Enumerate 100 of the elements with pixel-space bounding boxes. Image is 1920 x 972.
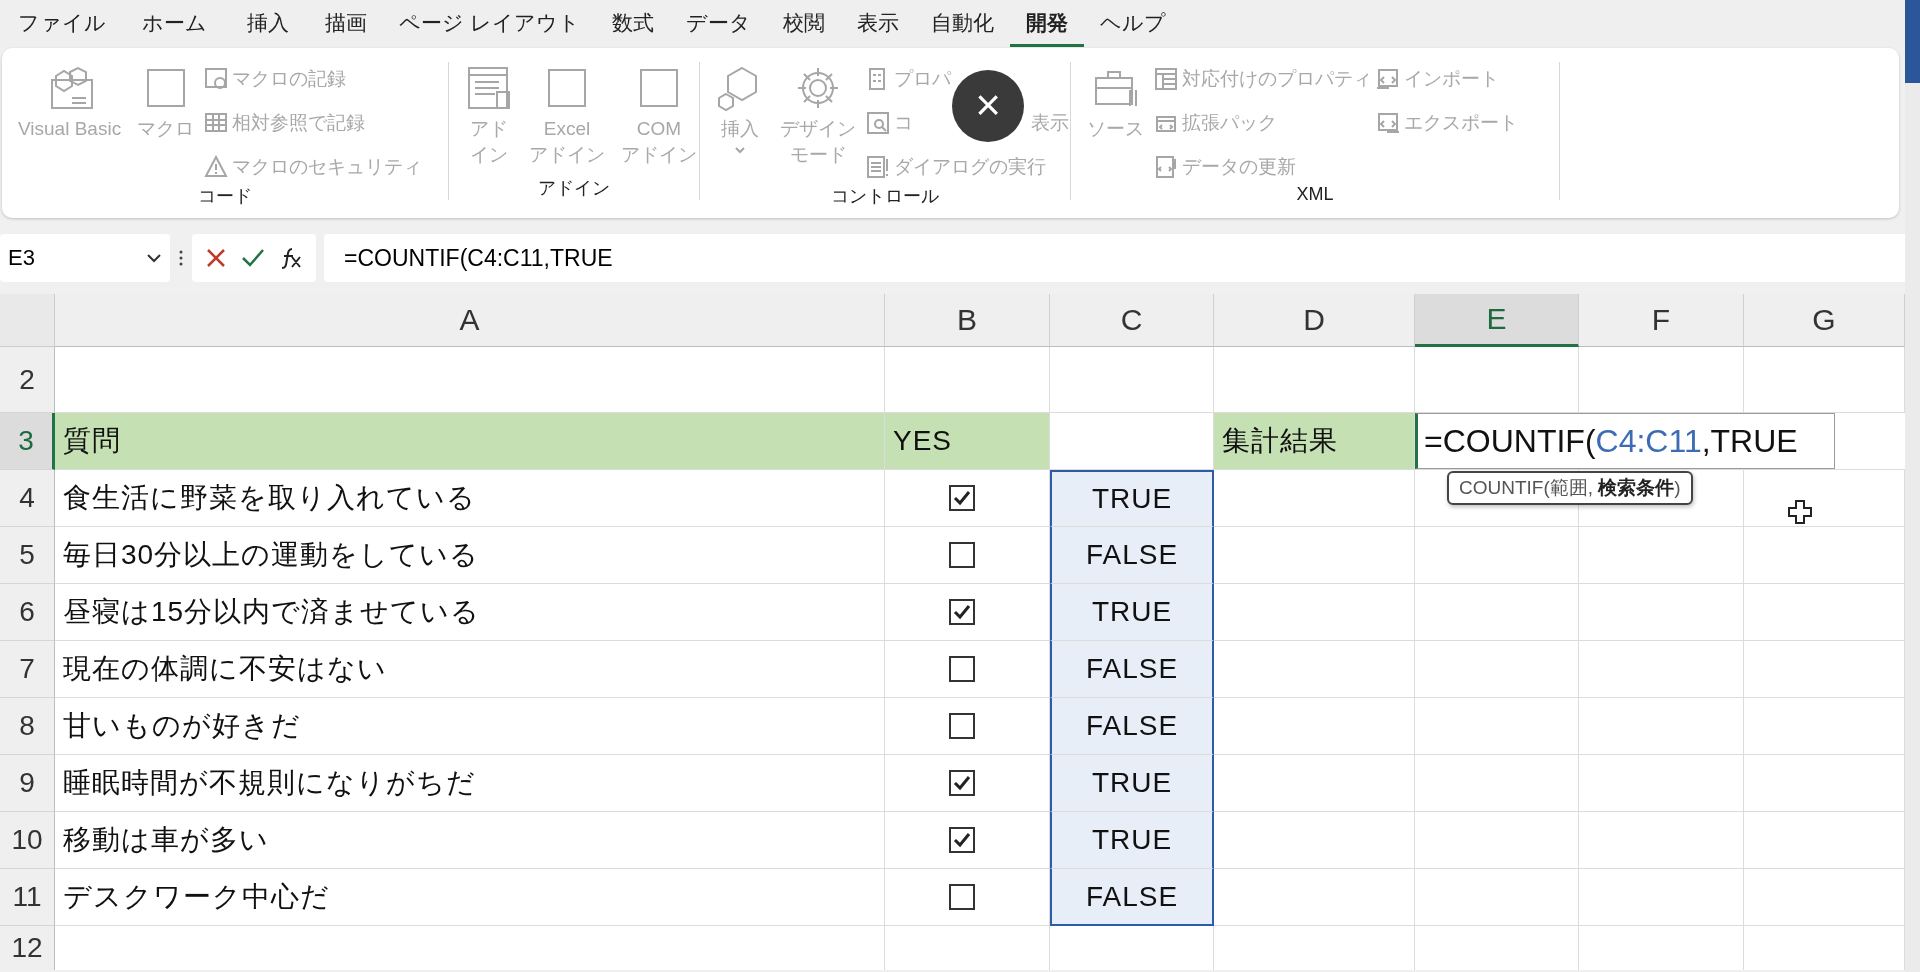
table-cell[interactable] bbox=[1579, 869, 1744, 926]
table-cell[interactable] bbox=[1415, 641, 1579, 698]
checkbox[interactable] bbox=[949, 884, 975, 910]
menu-tab[interactable]: 数式 bbox=[595, 1, 670, 47]
table-cell[interactable]: 昼寝は15分以内で済ませている bbox=[55, 584, 885, 641]
row-header[interactable]: 12 bbox=[0, 926, 55, 970]
row-header[interactable]: 6 bbox=[0, 584, 55, 641]
table-cell[interactable] bbox=[1214, 698, 1415, 755]
menu-tab[interactable]: 自動化 bbox=[914, 1, 1010, 47]
menu-tab[interactable]: データ bbox=[669, 1, 767, 47]
table-cell[interactable]: TRUE bbox=[1050, 470, 1214, 527]
checkbox[interactable] bbox=[949, 770, 975, 796]
checkmark-icon bbox=[953, 774, 971, 792]
table-cell[interactable] bbox=[1415, 755, 1579, 812]
menu-tab[interactable]: 描画 bbox=[309, 1, 383, 47]
grid-icon bbox=[204, 111, 229, 135]
table-cell[interactable] bbox=[885, 755, 1050, 812]
table-cell[interactable]: 質問 bbox=[55, 413, 885, 470]
menu-tab[interactable]: ヘルプ bbox=[1083, 1, 1182, 47]
table-cell[interactable]: FALSE bbox=[1050, 698, 1214, 755]
table-cell[interactable] bbox=[1579, 812, 1744, 869]
row-header[interactable]: 11 bbox=[0, 869, 55, 926]
group-label: XML bbox=[1295, 184, 1335, 205]
table-cell[interactable]: TRUE bbox=[1050, 755, 1214, 812]
menu-tab[interactable]: ページ レイアウト bbox=[383, 1, 596, 47]
menu-tab[interactable]: ファイル bbox=[2, 1, 122, 47]
table-cell[interactable]: TRUE bbox=[1050, 584, 1214, 641]
column-header[interactable]: G bbox=[1744, 294, 1905, 347]
row-header[interactable]: 7 bbox=[0, 641, 55, 698]
table-cell[interactable] bbox=[885, 470, 1050, 527]
table-cell[interactable] bbox=[1050, 347, 1214, 413]
table-cell[interactable] bbox=[1415, 812, 1579, 869]
table-cell[interactable] bbox=[1214, 641, 1415, 698]
row-header[interactable]: 8 bbox=[0, 698, 55, 755]
table-cell[interactable] bbox=[1579, 698, 1744, 755]
column-header[interactable]: A bbox=[55, 294, 885, 347]
column-header[interactable]: E bbox=[1415, 294, 1579, 347]
checkbox[interactable] bbox=[949, 542, 975, 568]
table-cell[interactable]: FALSE bbox=[1050, 641, 1214, 698]
table-cell[interactable]: 毎日30分以上の運動をしている bbox=[55, 527, 885, 584]
table-cell[interactable] bbox=[1579, 755, 1744, 812]
menu-tab[interactable]: ホーム bbox=[122, 1, 227, 47]
table-cell[interactable] bbox=[1579, 584, 1744, 641]
row-header[interactable]: 3 bbox=[0, 413, 55, 470]
checkbox[interactable] bbox=[949, 713, 975, 739]
table-cell[interactable]: 食生活に野菜を取り入れている bbox=[55, 470, 885, 527]
column-header[interactable]: D bbox=[1214, 294, 1415, 347]
table-cell[interactable] bbox=[885, 869, 1050, 926]
table-cell[interactable]: デスクワーク中心だ bbox=[55, 869, 885, 926]
table-cell[interactable]: 現在の体調に不安はない bbox=[55, 641, 885, 698]
chevron-down-icon bbox=[146, 253, 162, 263]
table-cell[interactable]: 甘いものが好きだ bbox=[55, 698, 885, 755]
table-cell[interactable] bbox=[885, 527, 1050, 584]
table-cell[interactable]: 移動は車が多い bbox=[55, 812, 885, 869]
table-cell[interactable] bbox=[1579, 641, 1744, 698]
row-header[interactable]: 4 bbox=[0, 470, 55, 527]
column-header[interactable]: C bbox=[1050, 294, 1214, 347]
menu-tab[interactable]: 挿入 bbox=[227, 1, 309, 47]
table-cell[interactable] bbox=[885, 812, 1050, 869]
checkbox[interactable] bbox=[949, 656, 975, 682]
table-cell[interactable] bbox=[1214, 470, 1415, 527]
select-all-corner[interactable] bbox=[0, 294, 55, 347]
column-header[interactable]: B bbox=[885, 294, 1050, 347]
table-cell[interactable] bbox=[1415, 584, 1579, 641]
row-header[interactable]: 9 bbox=[0, 755, 55, 812]
row-header[interactable]: 5 bbox=[0, 527, 55, 584]
table-cell[interactable] bbox=[885, 641, 1050, 698]
document-list-icon bbox=[465, 64, 513, 112]
table-cell[interactable] bbox=[885, 584, 1050, 641]
table-cell[interactable] bbox=[1579, 527, 1744, 584]
table-cell[interactable] bbox=[1214, 869, 1415, 926]
checkmark-icon bbox=[953, 603, 971, 621]
import-icon bbox=[1376, 67, 1400, 91]
column-header[interactable]: F bbox=[1579, 294, 1744, 347]
table-cell[interactable]: FALSE bbox=[1050, 869, 1214, 926]
table-cell[interactable] bbox=[1214, 755, 1415, 812]
menu-tab[interactable]: 校閲 bbox=[766, 1, 841, 47]
row-header[interactable]: 2 bbox=[0, 347, 55, 413]
table-cell[interactable]: 集計結果 bbox=[1214, 413, 1415, 470]
table-cell[interactable] bbox=[885, 698, 1050, 755]
table-cell[interactable] bbox=[1415, 698, 1579, 755]
table-cell[interactable] bbox=[1415, 869, 1579, 926]
table-cell[interactable]: FALSE bbox=[1050, 527, 1214, 584]
table-cell[interactable] bbox=[1214, 812, 1415, 869]
table-cell[interactable] bbox=[1214, 584, 1415, 641]
table-cell[interactable]: TRUE bbox=[1050, 812, 1214, 869]
table-cell[interactable]: YES bbox=[885, 413, 1050, 470]
checkbox[interactable] bbox=[949, 485, 975, 511]
cell-editor[interactable]: =COUNTIF(C4:C11,TRUE bbox=[1415, 413, 1835, 469]
group-label: アドイン bbox=[537, 177, 611, 200]
checkbox[interactable] bbox=[949, 827, 975, 853]
menu-tab[interactable]: 表示 bbox=[840, 1, 915, 47]
table-cell[interactable] bbox=[1415, 527, 1579, 584]
name-box[interactable]: E3 bbox=[0, 234, 170, 282]
table-cell[interactable] bbox=[1214, 527, 1415, 584]
checkmark-icon bbox=[953, 831, 971, 849]
checkbox[interactable] bbox=[949, 599, 975, 625]
table-cell[interactable]: 睡眠時間が不規則になりがちだ bbox=[55, 755, 885, 812]
row-header[interactable]: 10 bbox=[0, 812, 55, 869]
formula-field[interactable]: =COUNTIF(C4:C11,TRUE bbox=[324, 234, 1905, 282]
